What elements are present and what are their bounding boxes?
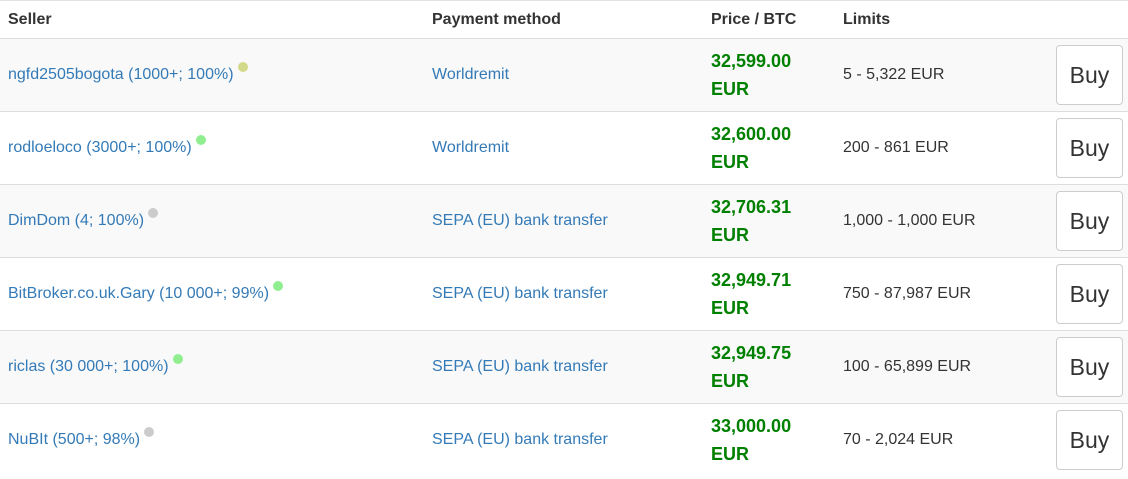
seller-link[interactable]: NuBIt (500+; 98%) [8,431,140,448]
payment-method-link[interactable]: Worldremit [432,139,509,156]
price-currency: EUR [711,152,750,172]
table-row: ngfd2505bogota (1000+; 100%) Worldremit … [0,38,1128,112]
seller-link[interactable]: DimDom (4; 100%) [8,212,144,229]
buy-button[interactable]: Buy [1056,191,1123,251]
price-currency: EUR [711,371,750,391]
action-cell: Buy [1048,258,1128,331]
payment-method-link[interactable]: SEPA (EU) bank transfer [432,285,608,302]
price-cell: 32,949.75 EUR [703,331,835,404]
status-dot [195,135,206,145]
seller-link[interactable]: ngfd2505bogota (1000+; 100%) [8,66,234,83]
payment-method-link[interactable]: Worldremit [432,66,509,83]
buy-button[interactable]: Buy [1056,118,1123,178]
seller-cell: NuBIt (500+; 98%) [0,404,424,477]
seller-cell: riclas (30 000+; 100%) [0,331,424,404]
header-seller: Seller [8,10,52,28]
table-row: DimDom (4; 100%) SEPA (EU) bank transfer… [0,184,1128,258]
seller-link[interactable]: rodloeloco (3000+; 100%) [8,139,192,156]
action-cell: Buy [1048,39,1128,112]
table-row: NuBIt (500+; 98%) SEPA (EU) bank transfe… [0,403,1128,477]
payment-cell: SEPA (EU) bank transfer [424,258,703,331]
payment-cell: SEPA (EU) bank transfer [424,404,703,477]
action-cell: Buy [1048,112,1128,185]
header-row: Seller Payment method Price / BTC Limits [0,0,1128,39]
payment-method-link[interactable]: SEPA (EU) bank transfer [432,358,608,375]
seller-cell: rodloeloco (3000+; 100%) [0,112,424,185]
seller-link[interactable]: riclas (30 000+; 100%) [8,358,169,375]
status-dot [237,62,248,72]
action-cell: Buy [1048,185,1128,258]
limits: 5 - 5,322 EUR [843,66,945,83]
header-limits: Limits [843,10,891,28]
table-row: rodloeloco (3000+; 100%) Worldremit 32,6… [0,111,1128,185]
price-value: 32,949.71 [711,270,792,290]
price-cell: 32,949.71 EUR [703,258,835,331]
status-dot [273,281,284,291]
price-cell: 32,706.31 EUR [703,185,835,258]
buy-button[interactable]: Buy [1056,264,1123,324]
table-body: ngfd2505bogota (1000+; 100%) Worldremit … [0,38,1128,477]
buy-button[interactable]: Buy [1056,45,1123,105]
price-cell: 32,600.00 EUR [703,112,835,185]
payment-cell: Worldremit [424,39,703,112]
status-dot [144,427,155,438]
payment-method-link[interactable]: SEPA (EU) bank transfer [432,212,608,229]
price-value: 32,599.00 [711,51,792,71]
limits: 750 - 87,987 EUR [843,285,972,302]
price-value: 32,600.00 [711,124,792,144]
seller-cell: DimDom (4; 100%) [0,185,424,258]
buy-button[interactable]: Buy [1056,337,1123,397]
price-currency: EUR [711,79,750,99]
action-cell: Buy [1048,404,1128,477]
payment-cell: Worldremit [424,112,703,185]
seller-cell: ngfd2505bogota (1000+; 100%) [0,39,424,112]
price-cell: 33,000.00 EUR [703,404,835,477]
header-payment-method: Payment method [432,10,561,28]
price-currency: EUR [711,298,750,318]
payment-cell: SEPA (EU) bank transfer [424,185,703,258]
table-header: Seller Payment method Price / BTC Limits [0,0,1128,39]
buy-button[interactable]: Buy [1056,410,1123,471]
limits: 100 - 65,899 EUR [843,358,972,375]
header-action [1048,1,1128,39]
status-dot [172,354,183,364]
payment-cell: SEPA (EU) bank transfer [424,331,703,404]
price-value: 33,000.00 [711,416,792,437]
action-cell: Buy [1048,331,1128,404]
seller-link[interactable]: BitBroker.co.uk.Gary (10 000+; 99%) [8,285,269,302]
limits: 1,000 - 1,000 EUR [843,212,976,229]
table-row: riclas (30 000+; 100%) SEPA (EU) bank tr… [0,330,1128,404]
price-currency: EUR [711,444,750,465]
offers-table: Seller Payment method Price / BTC Limits… [0,0,1128,477]
limits: 200 - 861 EUR [843,139,949,156]
payment-method-link[interactable]: SEPA (EU) bank transfer [432,431,608,448]
price-currency: EUR [711,225,750,245]
price-value: 32,706.31 [711,197,792,217]
table-row: BitBroker.co.uk.Gary (10 000+; 99%) SEPA… [0,257,1128,331]
status-dot [148,208,159,218]
limits: 70 - 2,024 EUR [843,431,954,449]
price-value: 32,949.75 [711,343,792,363]
seller-cell: BitBroker.co.uk.Gary (10 000+; 99%) [0,258,424,331]
header-price: Price / BTC [711,10,797,28]
price-cell: 32,599.00 EUR [703,39,835,112]
